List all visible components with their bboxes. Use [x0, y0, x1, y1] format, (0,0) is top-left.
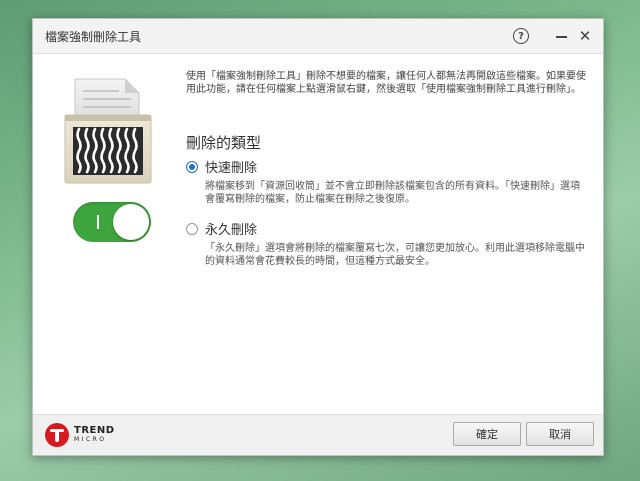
dialog-footer: TREND MICRO 確定 取消 — [33, 414, 603, 455]
logo-text-line2: MICRO — [74, 436, 107, 443]
shredder-icon — [64, 78, 152, 184]
window-title: 檔案強制刪除工具 — [45, 30, 142, 44]
shredder-dialog: 檔案強制刪除工具 ? ✕ 使用「檔案強制刪除工具」刪除不想要的檔案，讓任何人都無… — [32, 18, 604, 456]
logo-text-line1: TREND — [74, 425, 115, 436]
trend-micro-logo: TREND MICRO — [45, 423, 115, 447]
feature-description: 使用「檔案強制刪除工具」刪除不想要的檔案，讓任何人都無法再開啟這些檔案。如果要使… — [186, 71, 586, 95]
help-icon: ? — [513, 28, 529, 44]
delete-type-heading: 刪除的類型 — [186, 134, 262, 152]
toggle-knob — [113, 204, 149, 240]
permanent-delete-description: 「永久刪除」選項會將刪除的檔案覆寫七次，可讓您更加放心。利用此選項移除電腦中的資… — [205, 243, 585, 267]
quick-delete-label[interactable]: 快速刪除 — [205, 157, 257, 176]
permanent-delete-label[interactable]: 永久刪除 — [205, 219, 257, 238]
close-button[interactable]: ✕ — [575, 26, 595, 46]
help-button[interactable]: ? — [511, 26, 531, 46]
toggle-on-indicator — [97, 215, 99, 229]
shredder-toggle-switch[interactable] — [73, 202, 151, 242]
minimize-button[interactable] — [551, 26, 571, 46]
permanent-delete-radio[interactable] — [186, 222, 198, 235]
minimize-icon — [555, 36, 567, 38]
quick-delete-radio[interactable] — [186, 160, 198, 173]
ok-button[interactable]: 確定 — [453, 422, 521, 446]
permanent-delete-option: 永久刪除 「永久刪除」選項會將刪除的檔案覆寫七次，可讓您更加放心。利用此選項移除… — [186, 219, 586, 268]
quick-delete-radio-row[interactable]: 快速刪除 — [186, 157, 586, 176]
trend-micro-logo-icon — [45, 423, 69, 447]
logo-text: TREND MICRO — [74, 426, 115, 444]
quick-delete-option: 快速刪除 將檔案移到「資源回收筒」並不會立即刪除該檔案包含的所有資料。「快速刪除… — [186, 157, 586, 206]
quick-delete-description: 將檔案移到「資源回收筒」並不會立即刪除該檔案包含的所有資料。「快速刪除」選項會覆… — [205, 181, 580, 205]
title-bar: 檔案強制刪除工具 ? ✕ — [33, 19, 603, 54]
permanent-delete-radio-row[interactable]: 永久刪除 — [186, 219, 586, 238]
cancel-button[interactable]: 取消 — [526, 422, 594, 446]
